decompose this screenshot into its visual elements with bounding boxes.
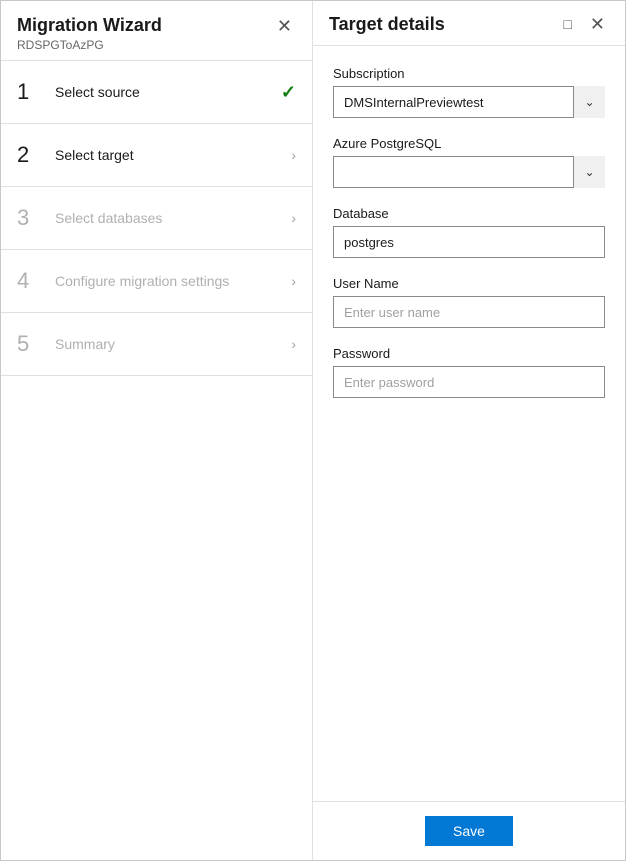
subscription-group: Subscription DMSInternalPreviewtest ⌄ <box>333 66 605 118</box>
password-label: Password <box>333 346 605 361</box>
wizard-close-button[interactable]: ✕ <box>273 15 296 37</box>
step-3-label: Select databases <box>55 210 291 226</box>
database-label: Database <box>333 206 605 221</box>
azure-postgresql-select[interactable] <box>333 156 605 188</box>
database-input[interactable] <box>333 226 605 258</box>
step-4: 4 Configure migration settings › <box>1 250 312 313</box>
username-label: User Name <box>333 276 605 291</box>
password-group: Password <box>333 346 605 398</box>
step-5: 5 Summary › <box>1 313 312 376</box>
azure-postgresql-group: Azure PostgreSQL ⌄ <box>333 136 605 188</box>
left-header-text: Migration Wizard RDSPGToAzPG <box>17 15 162 52</box>
step-1-check-icon: ✓ <box>281 82 296 103</box>
right-header-icons: □ ✕ <box>559 13 609 35</box>
right-panel-title: Target details <box>329 14 445 35</box>
right-close-button[interactable]: ✕ <box>586 13 609 35</box>
maximize-button[interactable]: □ <box>559 13 575 35</box>
right-panel: Target details □ ✕ Subscription DMSInter… <box>313 1 625 860</box>
step-5-number: 5 <box>17 331 47 357</box>
right-header: Target details □ ✕ <box>313 1 625 46</box>
step-1-label: Select source <box>55 84 281 100</box>
wizard-steps: 1 Select source ✓ 2 Select target › 3 Se… <box>1 61 312 860</box>
username-input[interactable] <box>333 296 605 328</box>
step-3-chevron-icon: › <box>291 210 296 226</box>
subscription-select-wrapper: DMSInternalPreviewtest ⌄ <box>333 86 605 118</box>
azure-postgresql-label: Azure PostgreSQL <box>333 136 605 151</box>
right-footer: Save <box>313 801 625 860</box>
wizard-title: Migration Wizard <box>17 15 162 36</box>
step-1-number: 1 <box>17 79 47 105</box>
step-5-label: Summary <box>55 336 291 352</box>
left-header: Migration Wizard RDSPGToAzPG ✕ <box>1 1 312 61</box>
wizard-subtitle: RDSPGToAzPG <box>17 38 162 52</box>
step-1[interactable]: 1 Select source ✓ <box>1 61 312 124</box>
database-group: Database <box>333 206 605 258</box>
save-button[interactable]: Save <box>425 816 513 846</box>
azure-postgresql-select-wrapper: ⌄ <box>333 156 605 188</box>
subscription-select[interactable]: DMSInternalPreviewtest <box>333 86 605 118</box>
step-3-number: 3 <box>17 205 47 231</box>
subscription-label: Subscription <box>333 66 605 81</box>
password-input[interactable] <box>333 366 605 398</box>
username-group: User Name <box>333 276 605 328</box>
step-2[interactable]: 2 Select target › <box>1 124 312 187</box>
step-3: 3 Select databases › <box>1 187 312 250</box>
right-content: Subscription DMSInternalPreviewtest ⌄ Az… <box>313 46 625 801</box>
step-5-chevron-icon: › <box>291 336 296 352</box>
step-4-chevron-icon: › <box>291 273 296 289</box>
step-2-label: Select target <box>55 147 291 163</box>
step-2-number: 2 <box>17 142 47 168</box>
left-panel: Migration Wizard RDSPGToAzPG ✕ 1 Select … <box>1 1 313 860</box>
step-4-label: Configure migration settings <box>55 273 291 289</box>
step-2-chevron-icon: › <box>291 147 296 163</box>
step-4-number: 4 <box>17 268 47 294</box>
